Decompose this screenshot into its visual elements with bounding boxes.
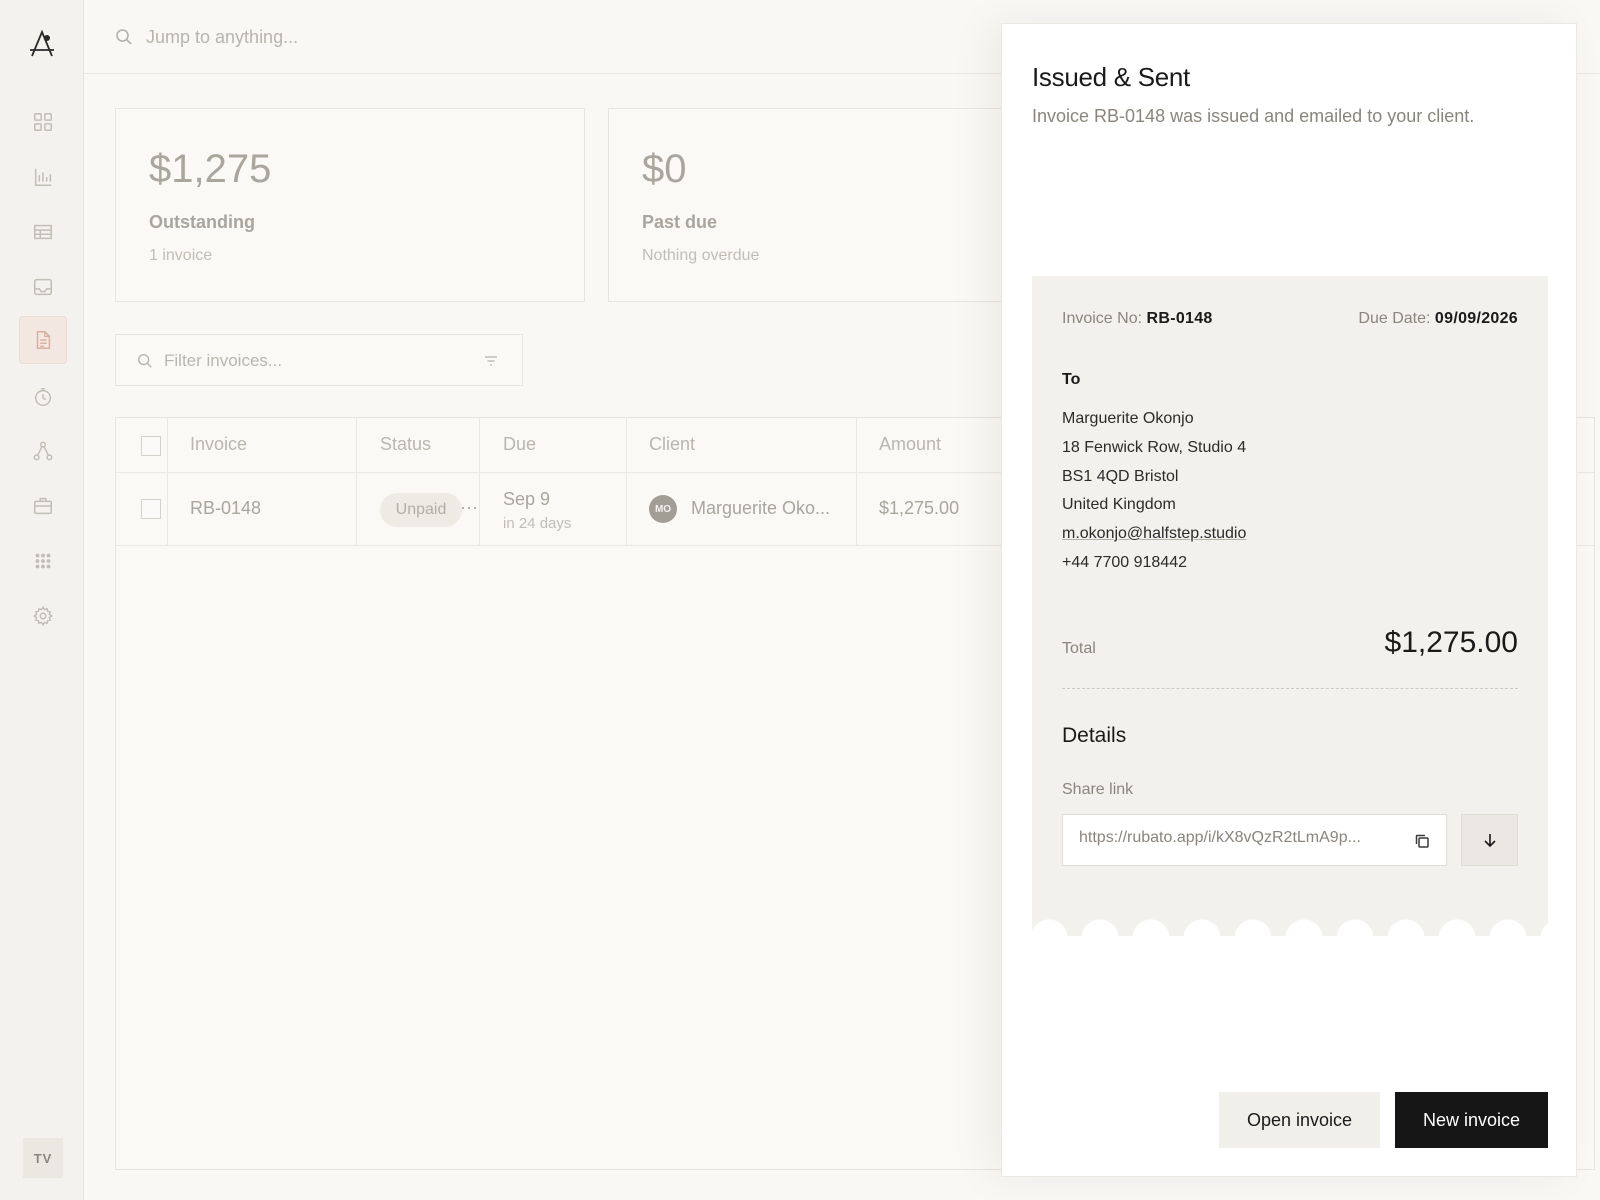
client-avatar: MO <box>649 495 677 523</box>
dashed-divider <box>1062 688 1518 689</box>
column-header-amount[interactable]: Amount <box>879 434 941 455</box>
select-all-checkbox[interactable] <box>141 436 161 456</box>
share-link-field: https://rubato.app/i/kX8vQzR2tLmA9p... <box>1062 814 1447 866</box>
amount: $1,275.00 <box>879 498 960 518</box>
document-icon <box>36 331 51 349</box>
sidebar-item-inbox[interactable] <box>19 263 67 311</box>
copy-icon[interactable] <box>1413 832 1431 850</box>
download-button[interactable] <box>1461 814 1518 866</box>
stat-card-outstanding: $1,275 Outstanding 1 invoice <box>115 108 585 302</box>
client-name: Marguerite Okonjo <box>1062 410 1194 427</box>
status-badge: Unpaid <box>380 493 462 527</box>
panel-title: Issued & Sent <box>1032 62 1190 92</box>
new-invoice-button[interactable]: New invoice <box>1395 1092 1548 1148</box>
column-header-status[interactable]: Status <box>380 434 431 455</box>
search-icon <box>116 29 132 45</box>
stat-label: Outstanding <box>149 212 255 232</box>
due-relative: in 24 days <box>503 515 572 532</box>
gear-icon <box>32 605 54 627</box>
due-date-field: Due Date: 09/09/2026 <box>1358 310 1518 328</box>
sidebar-item-projects[interactable] <box>19 482 67 530</box>
share-link-label: Share link <box>1062 781 1134 798</box>
sidebar-item-invoices[interactable] <box>19 316 67 364</box>
invoice-receipt: Invoice No: RB-0148 Due Date: 09/09/2026… <box>1032 276 1548 938</box>
sidebar-item-settings[interactable] <box>19 592 67 640</box>
app-logo[interactable] <box>28 28 56 60</box>
due-date: Sep 9 <box>503 489 551 509</box>
due-date-label: Due Date: <box>1358 310 1431 327</box>
user-avatar[interactable]: TV <box>23 1138 63 1178</box>
total-label: Total <box>1062 640 1096 657</box>
panel-description: Invoice RB-0148 was issued and emailed t… <box>1032 106 1475 126</box>
due-date-value: 09/09/2026 <box>1434 310 1518 327</box>
filter-input[interactable] <box>164 346 464 376</box>
more-options-icon[interactable]: ··· <box>460 497 478 518</box>
stat-label: Past due <box>642 212 718 232</box>
to-label: To <box>1062 371 1081 388</box>
sidebar-item-workflows[interactable] <box>19 427 67 475</box>
bar-chart-icon <box>34 168 52 186</box>
invoice-no-value: RB-0148 <box>1146 310 1213 327</box>
table-icon <box>34 224 52 240</box>
sidebar-item-dashboard[interactable] <box>19 98 67 146</box>
stat-value: $1,275 <box>149 147 272 191</box>
dots-grid-icon <box>35 553 51 569</box>
sidebar: TV <box>0 0 84 1200</box>
invoice-filter <box>115 334 523 386</box>
client-name: Marguerite Oko... <box>691 498 831 518</box>
grid-icon <box>34 113 52 131</box>
row-checkbox[interactable] <box>141 499 161 519</box>
sidebar-item-time[interactable] <box>19 373 67 421</box>
sidebar-item-apps[interactable] <box>19 537 67 585</box>
invoice-no-label: Invoice No: <box>1062 310 1143 327</box>
invoice-number-field: Invoice No: RB-0148 <box>1062 310 1213 328</box>
invoice-number[interactable]: RB-0148 <box>190 498 261 519</box>
briefcase-icon <box>34 497 52 515</box>
arrow-down-icon <box>1483 834 1496 848</box>
receipt-scallop-edge <box>1032 918 1548 938</box>
column-header-invoice[interactable]: Invoice <box>190 434 247 455</box>
address-line-2: BS1 4QD Bristol <box>1062 468 1179 485</box>
inbox-icon <box>34 278 52 296</box>
address-country: United Kingdom <box>1062 496 1176 513</box>
global-search-input[interactable] <box>146 22 546 52</box>
sidebar-item-tables[interactable] <box>19 208 67 256</box>
client-email-link[interactable]: m.okonjo@halfstep.studio <box>1062 525 1246 543</box>
open-invoice-button[interactable]: Open invoice <box>1219 1092 1380 1148</box>
total-value: $1,275.00 <box>1384 626 1518 659</box>
client-phone: +44 7700 918442 <box>1062 554 1188 571</box>
filter-icon[interactable] <box>482 352 500 370</box>
stat-sub: Nothing overdue <box>642 247 760 264</box>
address-line-1: 18 Fenwick Row, Studio 4 <box>1062 439 1247 456</box>
share-link-input[interactable]: https://rubato.app/i/kX8vQzR2tLmA9p... <box>1079 829 1379 853</box>
search-icon <box>137 353 152 368</box>
nodes-icon <box>33 441 53 461</box>
stat-sub: 1 invoice <box>149 247 213 264</box>
column-header-due[interactable]: Due <box>503 434 536 455</box>
column-header-client[interactable]: Client <box>649 434 695 455</box>
stat-value: $0 <box>642 147 687 191</box>
clock-icon <box>34 388 52 406</box>
details-heading: Details <box>1062 724 1127 747</box>
issued-sent-panel: Issued & Sent Invoice RB-0148 was issued… <box>1001 23 1577 1177</box>
sidebar-item-reports[interactable] <box>19 153 67 201</box>
